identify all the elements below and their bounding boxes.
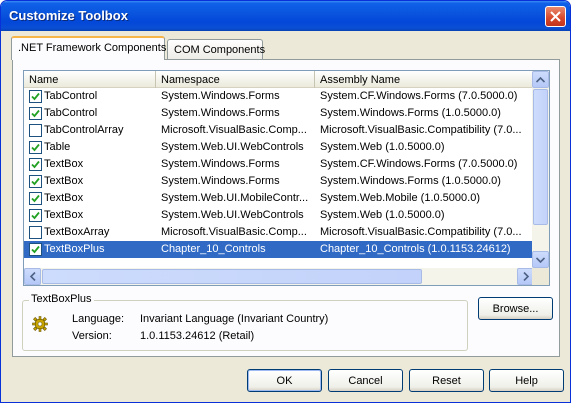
chevron-right-icon: [522, 272, 529, 281]
gear-icon: [32, 316, 48, 332]
table-row[interactable]: TabControl System.Windows.Forms System.Win…: [24, 105, 534, 122]
chevron-down-icon: [536, 256, 545, 263]
cell-assembly-name: Chapter_10_Controls (1.0.1153.24612): [320, 243, 511, 255]
version-label: Version:: [72, 330, 112, 342]
check-icon: [31, 211, 40, 220]
check-icon: [31, 160, 40, 169]
cell-name: TabControl: [44, 107, 98, 119]
cell-namespace: Chapter_10_Controls: [161, 243, 266, 255]
group-title: TextBoxPlus: [29, 293, 94, 305]
cell-assembly-name: System.Windows.Forms (1.0.5000.0): [320, 107, 501, 119]
horizontal-scroll-thumb[interactable]: [42, 269, 422, 284]
cell-namespace: Microsoft.VisualBasic.Comp...: [161, 124, 307, 136]
check-icon: [31, 245, 40, 254]
cell-assembly-name: Microsoft.VisualBasic.Compatibility (7.0…: [320, 226, 522, 238]
table-row[interactable]: TextBox System.Windows.Forms System.CF.Win…: [24, 156, 534, 173]
cell-namespace: Microsoft.VisualBasic.Comp...: [161, 226, 307, 238]
row-checkbox[interactable]: [29, 90, 42, 103]
vertical-scroll-thumb[interactable]: [533, 89, 548, 225]
window-title: Customize Toolbox: [9, 8, 128, 23]
list-header: Name Namespace Assembly Name: [24, 71, 534, 88]
cell-name: TabControlArray: [44, 124, 124, 136]
scroll-down-button[interactable]: [532, 251, 549, 268]
row-checkbox[interactable]: [29, 226, 42, 239]
cell-assembly-name: System.Windows.Forms (1.0.5000.0): [320, 175, 501, 187]
components-list[interactable]: Name Namespace Assembly Name TabControl S…: [23, 70, 550, 286]
check-icon: [31, 109, 40, 118]
table-row[interactable]: TextBoxPlus Chapter_10_Controls Chapter_10…: [24, 241, 534, 258]
horizontal-scrollbar[interactable]: [24, 268, 534, 285]
column-header-assembly-name[interactable]: Assembly Name: [315, 71, 534, 88]
language-value: Invariant Language (Invariant Country): [140, 313, 329, 325]
cell-name: TextBox: [44, 192, 84, 204]
table-row[interactable]: Table System.Web.UI.WebControls System.Web…: [24, 139, 534, 156]
cell-assembly-name: System.Web (1.0.5000.0): [320, 141, 445, 153]
tab-panel: Name Namespace Assembly Name TabControl S…: [12, 59, 560, 357]
check-icon: [31, 194, 40, 203]
row-checkbox[interactable]: [29, 124, 42, 137]
cell-namespace: System.Windows.Forms: [161, 90, 280, 102]
browse-button[interactable]: Browse...: [478, 297, 553, 320]
cell-name: TextBox: [44, 209, 84, 221]
customize-toolbox-dialog: Customize Toolbox .NET Framework Compone…: [0, 0, 571, 403]
table-row[interactable]: TextBox System.Web.UI.WebControls System.W…: [24, 207, 534, 224]
scrollbar-corner: [532, 268, 549, 285]
component-details-group: TextBoxPlus Language: Invariant Language…: [22, 293, 468, 351]
cell-name: TextBox: [44, 175, 84, 187]
cell-name: TabControl: [44, 90, 98, 102]
table-row[interactable]: TextBox System.Windows.Forms System.Window…: [24, 173, 534, 190]
tab-net-framework-components[interactable]: .NET Framework Components: [11, 36, 167, 60]
cell-name: TextBox: [44, 158, 84, 170]
ok-button[interactable]: OK: [247, 369, 322, 392]
row-checkbox[interactable]: [29, 107, 42, 120]
title-bar[interactable]: Customize Toolbox: [1, 1, 570, 31]
check-icon: [31, 143, 40, 152]
cell-namespace: System.Web.UI.MobileContr...: [161, 192, 309, 204]
version-value: 1.0.1153.24612 (Retail): [140, 330, 255, 342]
help-button[interactable]: Help: [489, 369, 564, 392]
row-checkbox[interactable]: [29, 243, 42, 256]
scroll-up-button[interactable]: [532, 71, 549, 88]
cell-assembly-name: System.CF.Windows.Forms (7.0.5000.0): [320, 158, 518, 170]
row-checkbox[interactable]: [29, 158, 42, 171]
close-button[interactable]: [545, 6, 566, 27]
cell-namespace: System.Web.UI.WebControls: [161, 209, 304, 221]
table-row[interactable]: TextBox System.Web.UI.MobileContr... Syste…: [24, 190, 534, 207]
tab-label: COM Components: [174, 44, 266, 56]
cancel-button[interactable]: Cancel: [328, 369, 403, 392]
cell-assembly-name: System.Web (1.0.5000.0): [320, 209, 445, 221]
table-row[interactable]: TabControl System.Windows.Forms System.CF.…: [24, 88, 534, 105]
language-label: Language:: [72, 313, 124, 325]
chevron-up-icon: [536, 76, 545, 83]
vertical-scrollbar[interactable]: [532, 71, 549, 268]
row-checkbox[interactable]: [29, 141, 42, 154]
cell-assembly-name: System.CF.Windows.Forms (7.0.5000.0): [320, 90, 518, 102]
row-checkbox[interactable]: [29, 209, 42, 222]
column-header-namespace[interactable]: Namespace: [156, 71, 315, 88]
tab-com-components[interactable]: COM Components: [167, 39, 266, 60]
table-row[interactable]: TextBoxArray Microsoft.VisualBasic.Comp..…: [24, 224, 534, 241]
reset-button[interactable]: Reset: [409, 369, 484, 392]
row-checkbox[interactable]: [29, 175, 42, 188]
cell-namespace: System.Windows.Forms: [161, 175, 280, 187]
check-icon: [31, 177, 40, 186]
table-row[interactable]: TabControlArray Microsoft.VisualBasic.Com…: [24, 122, 534, 139]
check-icon: [31, 92, 40, 101]
cell-namespace: System.Windows.Forms: [161, 107, 280, 119]
cell-name: TextBoxArray: [44, 226, 110, 238]
cell-assembly-name: Microsoft.VisualBasic.Compatibility (7.0…: [320, 124, 522, 136]
scroll-left-button[interactable]: [24, 268, 41, 285]
cell-assembly-name: System.Web.Mobile (1.0.5000.0): [320, 192, 480, 204]
cell-namespace: System.Web.UI.WebControls: [161, 141, 304, 153]
cell-namespace: System.Windows.Forms: [161, 158, 280, 170]
chevron-left-icon: [29, 272, 36, 281]
cell-name: TextBoxPlus: [44, 243, 105, 255]
column-header-name[interactable]: Name: [24, 71, 156, 88]
dialog-client: .NET Framework Components COM Components…: [5, 31, 567, 399]
close-icon: [550, 11, 561, 22]
tab-label: .NET Framework Components: [18, 42, 167, 54]
row-checkbox[interactable]: [29, 192, 42, 205]
cell-name: Table: [44, 141, 71, 153]
